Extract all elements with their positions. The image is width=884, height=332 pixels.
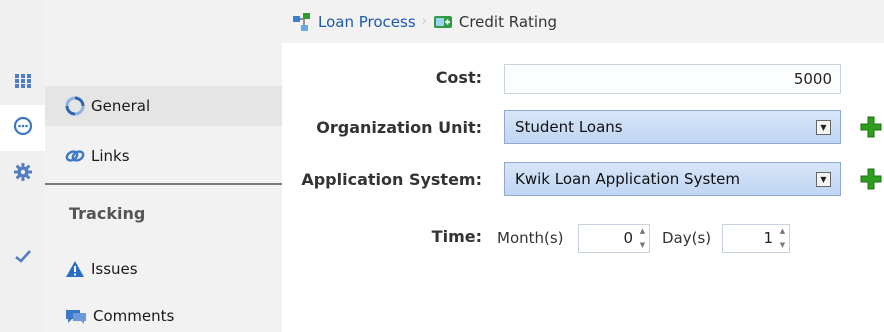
- comment-icon: [65, 307, 87, 325]
- stepper-buttons[interactable]: ▲ ▼: [777, 227, 788, 250]
- process-icon: [292, 12, 312, 32]
- months-label: Month(s): [497, 229, 564, 247]
- add-app-system-icon[interactable]: [860, 168, 882, 190]
- nav-item-links[interactable]: Links: [45, 136, 282, 176]
- breadcrumb-separator-icon: ›: [421, 14, 427, 29]
- section-nav: General Links Tracking Issues Comments: [45, 0, 282, 332]
- chevron-down-icon[interactable]: ▼: [816, 120, 831, 135]
- nav-item-comments[interactable]: Comments: [45, 296, 282, 332]
- rail-item-settings[interactable]: [0, 151, 45, 197]
- nav-item-general[interactable]: General: [45, 86, 282, 126]
- rail-item-approvals[interactable]: [0, 234, 45, 280]
- add-org-unit-icon[interactable]: [860, 116, 882, 138]
- nav-divider: [45, 183, 282, 185]
- org-unit-value: Student Loans: [515, 118, 623, 136]
- nav-item-label: Issues: [91, 260, 138, 278]
- cost-field[interactable]: 5000: [504, 64, 841, 94]
- chevron-down-icon[interactable]: ▼: [816, 172, 831, 187]
- chevron-up-icon[interactable]: ▲: [780, 227, 785, 236]
- app-system-value: Kwik Loan Application System: [515, 170, 740, 188]
- app-system-label: Application System:: [301, 170, 482, 189]
- nav-item-label: Links: [91, 147, 130, 165]
- org-unit-select[interactable]: Student Loans ▼: [504, 110, 841, 144]
- cost-label: Cost:: [435, 68, 482, 87]
- breadcrumb: Loan Process › Credit Rating: [282, 0, 884, 43]
- nav-item-label: Comments: [93, 307, 175, 325]
- refresh-icon: [65, 96, 85, 116]
- days-value: 1: [763, 229, 773, 247]
- rail-item-overview[interactable]: [0, 59, 45, 105]
- chevron-up-icon[interactable]: ▲: [640, 227, 645, 236]
- months-value: 0: [623, 229, 633, 247]
- grid-icon: [14, 73, 31, 92]
- days-stepper[interactable]: 1 ▲ ▼: [722, 224, 790, 253]
- nav-item-label: General: [91, 97, 151, 115]
- checkmark-icon: [14, 248, 31, 267]
- breadcrumb-parent-link[interactable]: Loan Process: [318, 13, 416, 31]
- stepper-buttons[interactable]: ▲ ▼: [637, 227, 648, 250]
- activity-icon: [433, 14, 453, 30]
- months-stepper[interactable]: 0 ▲ ▼: [578, 224, 650, 253]
- gear-icon: [13, 163, 32, 185]
- chevron-down-icon[interactable]: ▼: [780, 241, 785, 250]
- link-icon: [65, 149, 85, 163]
- rail-item-details[interactable]: [0, 105, 45, 151]
- icon-rail: [0, 0, 45, 332]
- org-unit-label: Organization Unit:: [316, 118, 482, 137]
- days-label: Day(s): [662, 229, 712, 247]
- details-form: Cost: 5000 Organization Unit: Student Lo…: [282, 43, 884, 332]
- warning-icon: [65, 260, 85, 278]
- time-row: Time: Month(s) 0 ▲ ▼ Day(s) 1 ▲ ▼: [282, 221, 884, 255]
- chevron-down-icon[interactable]: ▼: [640, 241, 645, 250]
- nav-item-issues[interactable]: Issues: [45, 249, 282, 289]
- chat-icon: [13, 116, 33, 140]
- app-system-select[interactable]: Kwik Loan Application System ▼: [504, 162, 841, 196]
- tracking-heading: Tracking: [69, 204, 146, 223]
- breadcrumb-current: Credit Rating: [458, 12, 558, 31]
- time-label: Time:: [431, 227, 482, 246]
